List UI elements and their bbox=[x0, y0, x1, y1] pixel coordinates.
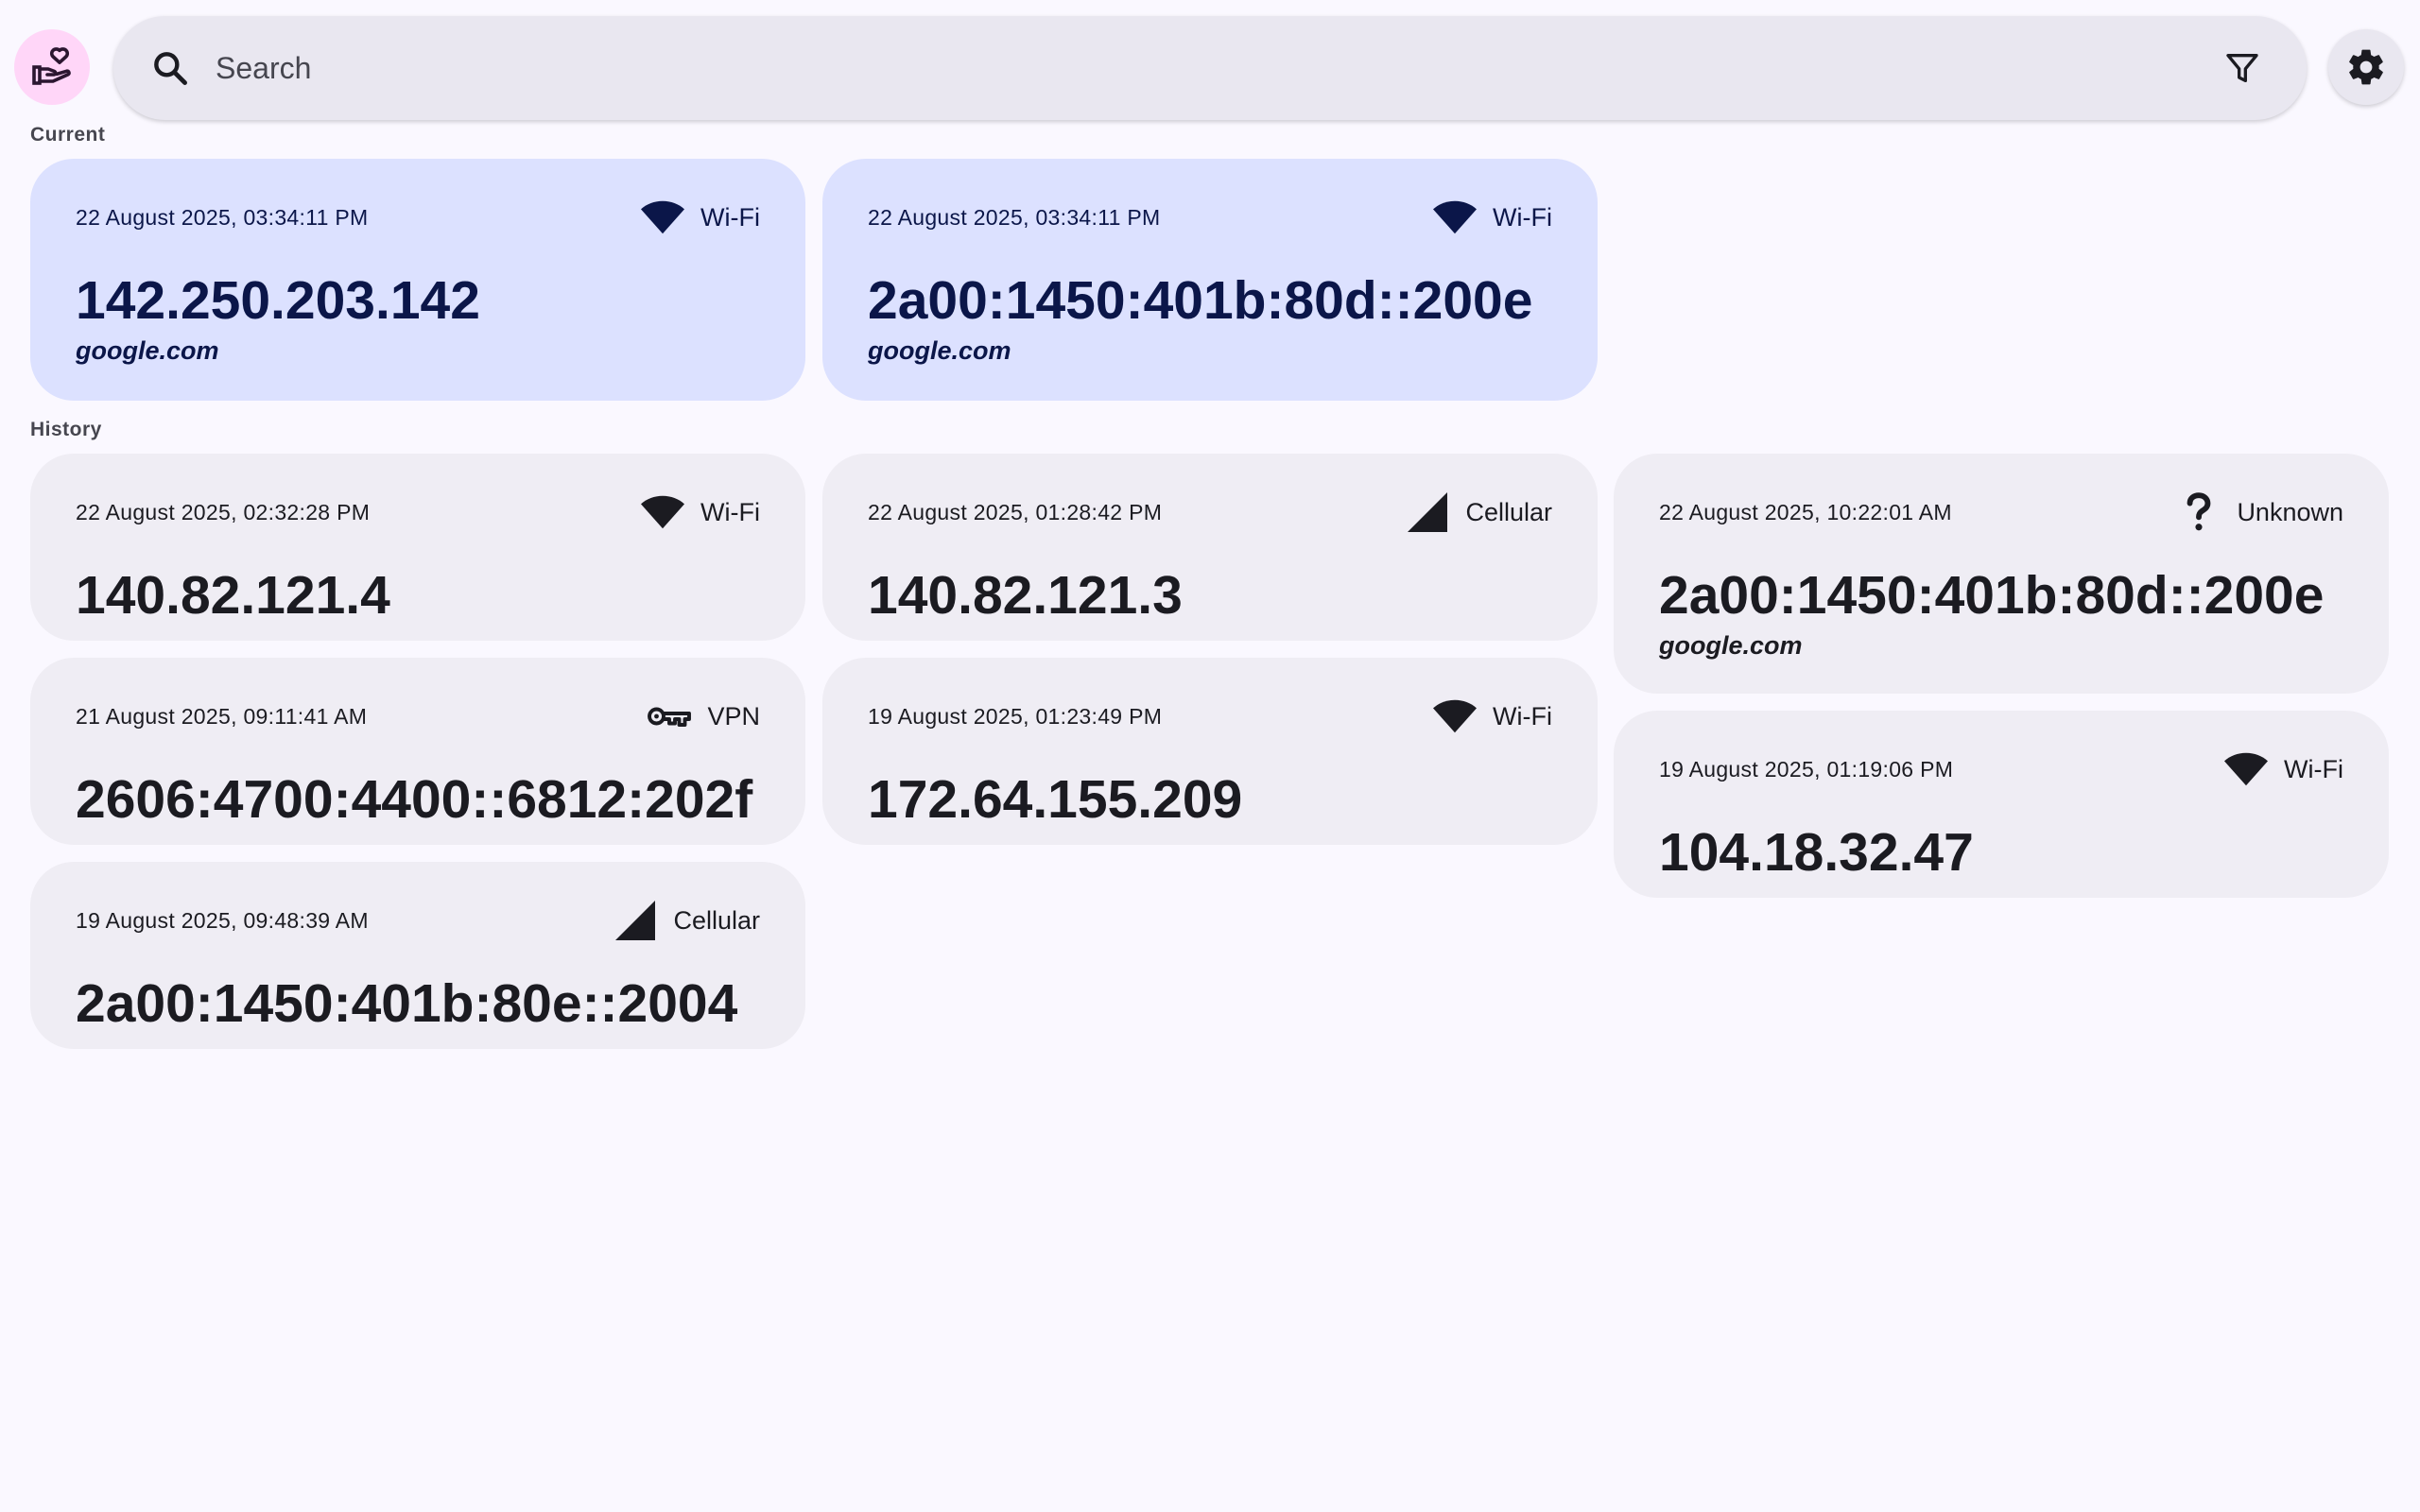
history-ip-card[interactable]: 22 August 2025, 02:32:28 PM Wi-Fi 140.82… bbox=[30, 454, 805, 641]
network-label: Wi-Fi bbox=[1493, 202, 1552, 232]
hostname: google.com bbox=[1659, 631, 1803, 660]
question-mark-icon bbox=[2176, 490, 2221, 535]
card-date: 22 August 2025, 02:32:28 PM bbox=[76, 499, 371, 524]
card-date: 22 August 2025, 01:28:42 PM bbox=[868, 499, 1163, 524]
network-label: Wi-Fi bbox=[700, 202, 760, 232]
network-label: Wi-Fi bbox=[700, 497, 760, 526]
top-bar bbox=[0, 0, 2420, 132]
history-ip-card[interactable]: 19 August 2025, 01:23:49 PM Wi-Fi 172.64… bbox=[822, 658, 1598, 845]
cellular-signal-icon bbox=[613, 898, 658, 943]
history-ip-card[interactable]: 22 August 2025, 10:22:01 AM Unknown 2a00… bbox=[1614, 454, 2389, 694]
ip-address: 140.82.121.3 bbox=[868, 565, 1183, 626]
ip-address: 2a00:1450:401b:80d::200e bbox=[868, 270, 1533, 331]
history-ip-card[interactable]: 22 August 2025, 01:28:42 PM Cellular 140… bbox=[822, 454, 1598, 641]
search-input[interactable] bbox=[214, 29, 2212, 107]
vpn-key-icon bbox=[647, 694, 692, 739]
network-type: Wi-Fi bbox=[640, 490, 760, 535]
search-icon[interactable] bbox=[147, 45, 193, 91]
network-label: Wi-Fi bbox=[1493, 701, 1552, 730]
filter-icon bbox=[2226, 54, 2258, 83]
card-date: 21 August 2025, 09:11:41 AM bbox=[76, 703, 368, 729]
network-type: Cellular bbox=[613, 898, 760, 943]
network-label: Cellular bbox=[673, 905, 760, 935]
card-date: 19 August 2025, 09:48:39 AM bbox=[76, 907, 369, 933]
ip-address: 172.64.155.209 bbox=[868, 769, 1243, 830]
hand-heart-icon bbox=[32, 47, 71, 85]
search-bar[interactable] bbox=[113, 16, 2307, 120]
card-date: 19 August 2025, 01:23:49 PM bbox=[868, 703, 1163, 729]
ip-address: 140.82.121.4 bbox=[76, 565, 390, 626]
cellular-signal-icon bbox=[1405, 490, 1450, 535]
current-ip-card[interactable]: 22 August 2025, 03:34:11 PM Wi-Fi 2a00:1… bbox=[822, 159, 1598, 401]
ip-address: 104.18.32.47 bbox=[1659, 822, 1974, 883]
history-section-label: History bbox=[30, 419, 102, 440]
network-label: Unknown bbox=[2237, 497, 2343, 526]
network-label: VPN bbox=[707, 701, 760, 730]
network-label: Cellular bbox=[1465, 497, 1552, 526]
ip-address: 142.250.203.142 bbox=[76, 270, 480, 331]
wifi-icon bbox=[2223, 747, 2269, 792]
network-type: Wi-Fi bbox=[1432, 694, 1552, 739]
card-date: 22 August 2025, 03:34:11 PM bbox=[76, 204, 369, 230]
wifi-icon bbox=[1432, 694, 1478, 739]
history-ip-card[interactable]: 19 August 2025, 01:19:06 PM Wi-Fi 104.18… bbox=[1614, 711, 2389, 898]
history-ip-card[interactable]: 21 August 2025, 09:11:41 AM VPN 2606:470… bbox=[30, 658, 805, 845]
ip-address: 2606:4700:4400::6812:202f bbox=[76, 769, 753, 830]
hostname: google.com bbox=[868, 336, 1011, 365]
hostname: google.com bbox=[76, 336, 219, 365]
network-type: Wi-Fi bbox=[640, 195, 760, 240]
network-type: Unknown bbox=[2176, 490, 2343, 535]
network-type: Cellular bbox=[1405, 490, 1552, 535]
settings-button[interactable] bbox=[2328, 29, 2404, 105]
wifi-icon bbox=[1432, 195, 1478, 240]
current-section-label: Current bbox=[30, 124, 106, 146]
filter-button[interactable] bbox=[2212, 38, 2273, 98]
ip-address: 2a00:1450:401b:80e::2004 bbox=[76, 973, 738, 1034]
gear-icon bbox=[2349, 49, 2383, 85]
app-logo-button[interactable] bbox=[14, 29, 90, 105]
card-date: 19 August 2025, 01:19:06 PM bbox=[1659, 756, 1954, 782]
current-ip-card[interactable]: 22 August 2025, 03:34:11 PM Wi-Fi 142.25… bbox=[30, 159, 805, 401]
card-date: 22 August 2025, 03:34:11 PM bbox=[868, 204, 1161, 230]
card-date: 22 August 2025, 10:22:01 AM bbox=[1659, 499, 1952, 524]
network-type: Wi-Fi bbox=[1432, 195, 1552, 240]
network-type: Wi-Fi bbox=[2223, 747, 2343, 792]
history-ip-card[interactable]: 19 August 2025, 09:48:39 AM Cellular 2a0… bbox=[30, 862, 805, 1049]
network-type: VPN bbox=[647, 694, 760, 739]
network-label: Wi-Fi bbox=[2284, 754, 2343, 783]
ip-address: 2a00:1450:401b:80d::200e bbox=[1659, 565, 2325, 626]
wifi-icon bbox=[640, 490, 685, 535]
wifi-icon bbox=[640, 195, 685, 240]
